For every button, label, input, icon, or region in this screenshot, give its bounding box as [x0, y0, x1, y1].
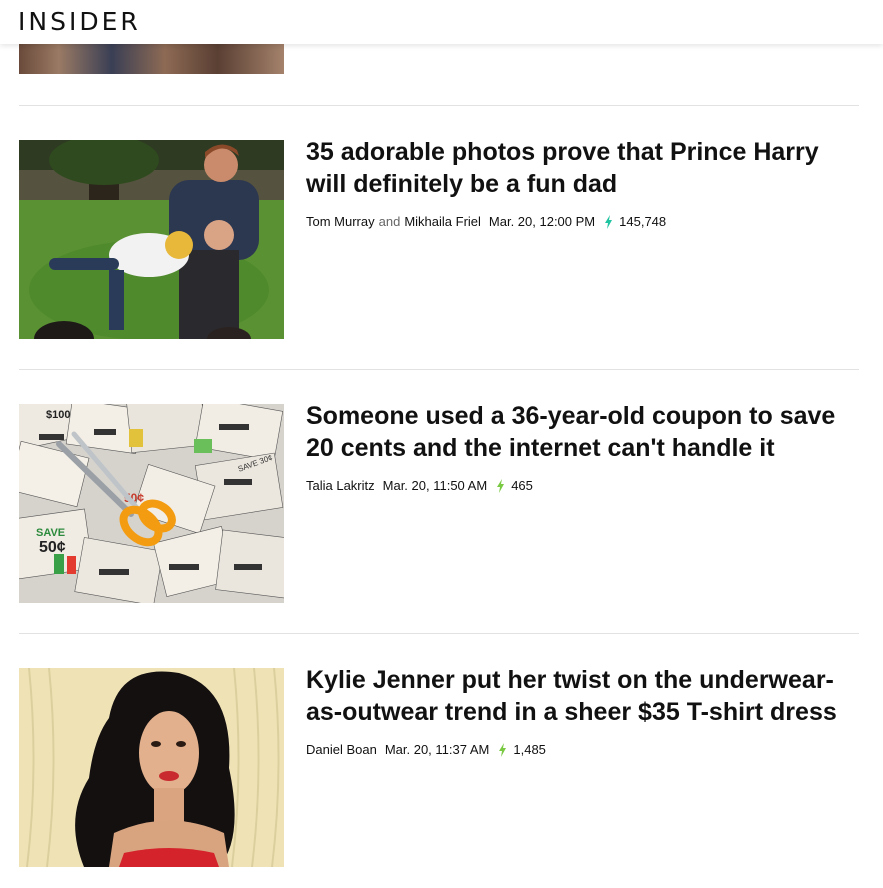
story-headline[interactable]: Someone used a 36-year-old coupon to sav… [306, 400, 856, 464]
story-meta: Talia Lakritz Mar. 20, 11:50 AM 465 [306, 478, 533, 493]
coupon-save-text: SAVE [36, 527, 65, 539]
story-headline[interactable]: 35 adorable photos prove that Prince Har… [306, 136, 856, 200]
story-divider [19, 105, 859, 106]
coupon-price-text: $100 [46, 409, 70, 421]
story-item: $100 SAVE 50¢ 50¢ SAVE 30¢ Someone used … [19, 402, 859, 604]
bolt-icon [605, 214, 613, 229]
author-link[interactable]: Daniel Boan [306, 742, 377, 757]
publish-time: Mar. 20, 12:00 PM [488, 214, 596, 229]
insider-logo[interactable]: INSIDER [18, 8, 141, 36]
author-separator: and [378, 214, 401, 229]
story-thumbnail[interactable] [19, 140, 284, 339]
story-thumbnail[interactable]: $100 SAVE 50¢ 50¢ SAVE 30¢ [19, 404, 284, 603]
coupon-amount-text: 50¢ [39, 539, 66, 556]
story-thumbnail[interactable] [19, 668, 284, 867]
author-link[interactable]: Mikhaila Friel [404, 214, 481, 229]
site-header: INSIDER [0, 0, 883, 44]
view-count: 1,485 [513, 742, 546, 757]
bolt-icon [497, 478, 505, 493]
bolt-icon [499, 742, 507, 757]
publish-time: Mar. 20, 11:50 AM [382, 478, 488, 493]
story-divider [19, 633, 859, 634]
author-link[interactable]: Tom Murray [306, 214, 375, 229]
view-count: 465 [511, 478, 533, 493]
story-meta: Daniel Boan Mar. 20, 11:37 AM 1,485 [306, 742, 546, 757]
story-headline[interactable]: Kylie Jenner put her twist on the underw… [306, 664, 856, 728]
story-meta: Tom Murray and Mikhaila Friel Mar. 20, 1… [306, 214, 666, 229]
story-item: 35 adorable photos prove that Prince Har… [19, 138, 859, 340]
story-item: Kylie Jenner put her twist on the underw… [19, 666, 859, 868]
publish-time: Mar. 20, 11:37 AM [384, 742, 490, 757]
view-count: 145,748 [619, 214, 667, 229]
author-link[interactable]: Talia Lakritz [306, 478, 375, 493]
story-divider [19, 369, 859, 370]
